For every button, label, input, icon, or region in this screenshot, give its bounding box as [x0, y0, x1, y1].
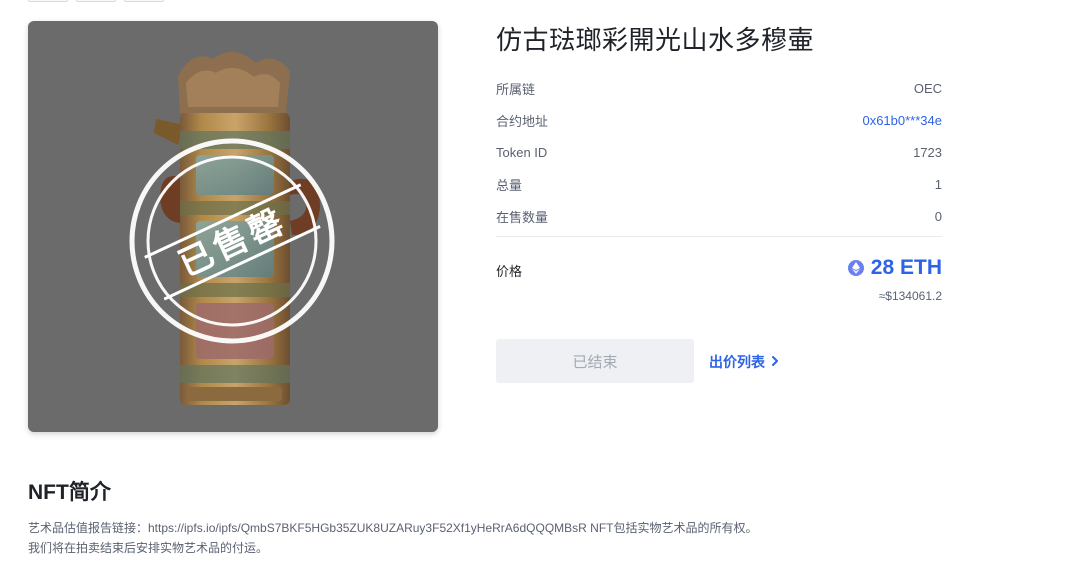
- price-display: 28 ETH: [847, 256, 942, 280]
- info-row-contract: 合约地址 0x61b0***34e: [496, 104, 942, 136]
- total-value: 1: [934, 176, 942, 192]
- intro-description: 艺术品估值报告链接：https://ipfs.io/ipfs/QmbS7BKF5…: [28, 518, 928, 558]
- intro-line: 艺术品估值报告链接：https://ipfs.io/ipfs/QmbS7BKF5…: [28, 521, 758, 535]
- price-label: 价格: [496, 264, 523, 279]
- info-row-total: 总量 1: [496, 168, 942, 200]
- price-amount: 28 ETH: [870, 256, 942, 279]
- intro-title: NFT简介: [28, 481, 111, 504]
- chevron-right-icon: [771, 354, 779, 370]
- info-label: 总量: [496, 177, 523, 193]
- price-usd: ≈$134061.2: [878, 289, 942, 303]
- info-label: 合约地址: [496, 113, 549, 129]
- item-info-list: 所属链 OEC 合约地址 0x61b0***34e Token ID 1723 …: [496, 72, 942, 232]
- info-label: Token ID: [496, 144, 548, 160]
- divider: [496, 236, 942, 237]
- thumbnail-strip: [28, 0, 164, 2]
- auction-ended-button[interactable]: 已结束: [496, 339, 694, 383]
- info-label: 在售数量: [496, 209, 549, 225]
- vase-illustration: 已售罄: [129, 51, 335, 405]
- artwork-image[interactable]: 已售罄: [28, 21, 438, 432]
- intro-line: 我们将在拍卖结束后安排实物艺术品的付运。: [28, 541, 269, 555]
- info-row-token-id: Token ID 1723: [496, 136, 942, 168]
- thumbnail[interactable]: [28, 0, 68, 2]
- item-title: 仿古琺瑯彩開光山水多穆壷: [496, 25, 815, 55]
- contract-address-link[interactable]: 0x61b0***34e: [862, 113, 942, 128]
- token-id-value: 1723: [913, 144, 942, 160]
- thumbnail[interactable]: [76, 0, 116, 2]
- info-row-on-sale: 在售数量 0: [496, 200, 942, 232]
- on-sale-value: 0: [934, 208, 942, 224]
- ethereum-icon: [847, 260, 864, 276]
- thumbnail[interactable]: [124, 0, 164, 2]
- chain-value: OEC: [913, 80, 942, 96]
- bid-list-link[interactable]: 出价列表: [709, 352, 779, 372]
- info-row-chain: 所属链 OEC: [496, 72, 942, 104]
- bid-list-label: 出价列表: [709, 354, 765, 370]
- info-label: 所属链: [496, 81, 536, 97]
